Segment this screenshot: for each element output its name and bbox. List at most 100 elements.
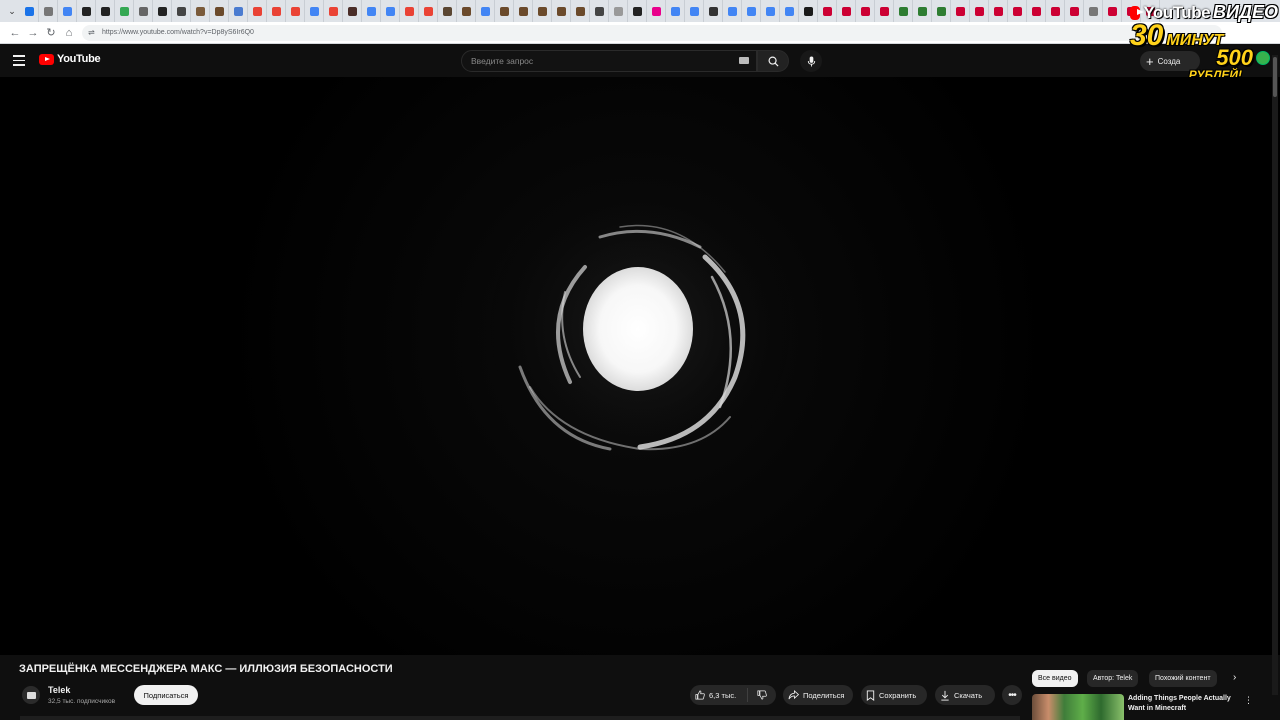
browser-tab[interactable] bbox=[20, 0, 39, 22]
browser-tab[interactable] bbox=[58, 0, 77, 22]
browser-tab[interactable] bbox=[153, 0, 172, 22]
browser-tab[interactable] bbox=[457, 0, 476, 22]
tab-favicon-icon bbox=[974, 6, 984, 16]
channel-avatar[interactable] bbox=[22, 686, 40, 704]
browser-tab[interactable] bbox=[723, 0, 742, 22]
browser-tab[interactable] bbox=[761, 0, 780, 22]
subscribe-button[interactable]: Подписаться bbox=[134, 685, 198, 705]
browser-tab[interactable] bbox=[286, 0, 305, 22]
browser-tab[interactable] bbox=[115, 0, 134, 22]
home-icon[interactable]: ⌂ bbox=[60, 24, 78, 42]
browser-tab[interactable] bbox=[875, 0, 894, 22]
download-button[interactable]: Скачать bbox=[935, 685, 995, 705]
tab-favicon-icon bbox=[442, 6, 452, 16]
dislike-button[interactable] bbox=[748, 690, 775, 700]
tab-favicon-icon bbox=[594, 6, 604, 16]
browser-tab[interactable] bbox=[210, 0, 229, 22]
more-vertical-icon[interactable]: ⋮ bbox=[1244, 695, 1253, 706]
save-button[interactable]: Сохранить bbox=[861, 685, 927, 705]
menu-icon[interactable] bbox=[13, 55, 25, 66]
browser-tab[interactable] bbox=[590, 0, 609, 22]
browser-tab[interactable] bbox=[438, 0, 457, 22]
browser-tab[interactable] bbox=[780, 0, 799, 22]
scrollbar-thumb[interactable] bbox=[1273, 57, 1277, 97]
browser-tab[interactable] bbox=[229, 0, 248, 22]
youtube-logo[interactable]: YouTube bbox=[39, 53, 101, 65]
search-input[interactable]: Введите запрос bbox=[461, 50, 757, 72]
browser-tab[interactable] bbox=[267, 0, 286, 22]
browser-tab[interactable] bbox=[248, 0, 267, 22]
forward-icon[interactable]: → bbox=[24, 24, 42, 42]
browser-tab[interactable] bbox=[96, 0, 115, 22]
coin-icon bbox=[1256, 51, 1270, 65]
reload-icon[interactable]: ↻ bbox=[42, 24, 60, 42]
share-button[interactable]: Поделиться bbox=[783, 685, 853, 705]
browser-tab[interactable] bbox=[932, 0, 951, 22]
browser-tab[interactable] bbox=[362, 0, 381, 22]
browser-tab[interactable] bbox=[1084, 0, 1103, 22]
chip-related[interactable]: Похожий контент bbox=[1149, 670, 1217, 687]
browser-tab[interactable] bbox=[533, 0, 552, 22]
browser-tab[interactable] bbox=[514, 0, 533, 22]
browser-tab[interactable] bbox=[704, 0, 723, 22]
channel-name[interactable]: Telek bbox=[48, 685, 70, 695]
browser-tab[interactable] bbox=[913, 0, 932, 22]
browser-tab[interactable] bbox=[419, 0, 438, 22]
browser-tab[interactable] bbox=[191, 0, 210, 22]
browser-tab[interactable] bbox=[343, 0, 362, 22]
tab-search-icon[interactable]: ⌄ bbox=[4, 6, 20, 17]
chip-all-videos[interactable]: Все видео bbox=[1032, 670, 1078, 687]
back-icon[interactable]: ← bbox=[6, 24, 24, 42]
browser-tab[interactable] bbox=[1046, 0, 1065, 22]
browser-tab[interactable] bbox=[172, 0, 191, 22]
recommendation-thumbnail[interactable] bbox=[1032, 694, 1124, 720]
site-info-icon[interactable]: ⇌ bbox=[88, 28, 98, 37]
voice-search-button[interactable] bbox=[800, 50, 822, 72]
browser-tab[interactable] bbox=[951, 0, 970, 22]
tab-favicon-icon bbox=[214, 6, 224, 16]
browser-tab[interactable] bbox=[742, 0, 761, 22]
browser-tab[interactable] bbox=[685, 0, 704, 22]
url-field[interactable]: ⇌ https://www.youtube.com/watch?v=Dp8yS6… bbox=[82, 24, 1222, 41]
promo-minutes-word: МИНУТ bbox=[1166, 32, 1224, 49]
browser-tab[interactable] bbox=[381, 0, 400, 22]
browser-tab[interactable] bbox=[609, 0, 628, 22]
search-button[interactable] bbox=[757, 50, 789, 72]
browser-tab[interactable] bbox=[818, 0, 837, 22]
browser-tab[interactable] bbox=[856, 0, 875, 22]
more-actions-button[interactable]: ••• bbox=[1002, 685, 1022, 705]
chip-author[interactable]: Автор: Telek bbox=[1087, 670, 1139, 687]
browser-tab[interactable] bbox=[1008, 0, 1027, 22]
browser-tab[interactable] bbox=[77, 0, 96, 22]
share-icon bbox=[788, 690, 799, 700]
browser-tab[interactable] bbox=[1027, 0, 1046, 22]
chevron-right-icon[interactable]: › bbox=[1233, 672, 1236, 683]
browser-tab[interactable] bbox=[305, 0, 324, 22]
browser-tab[interactable] bbox=[628, 0, 647, 22]
browser-tab[interactable] bbox=[666, 0, 685, 22]
promo-number-30: 30 bbox=[1130, 19, 1164, 52]
browser-tab[interactable] bbox=[1103, 0, 1122, 22]
download-icon bbox=[941, 690, 949, 701]
browser-tab[interactable] bbox=[894, 0, 913, 22]
tab-favicon-icon bbox=[423, 6, 433, 16]
recommendation-title[interactable]: Adding Things People Actually Want in Mi… bbox=[1128, 694, 1238, 714]
browser-tab[interactable] bbox=[799, 0, 818, 22]
browser-tab[interactable] bbox=[989, 0, 1008, 22]
browser-tab[interactable] bbox=[476, 0, 495, 22]
browser-tab[interactable] bbox=[495, 0, 514, 22]
browser-tab[interactable] bbox=[970, 0, 989, 22]
browser-tab[interactable] bbox=[552, 0, 571, 22]
browser-tab[interactable] bbox=[571, 0, 590, 22]
browser-tab[interactable] bbox=[400, 0, 419, 22]
browser-tab[interactable] bbox=[1065, 0, 1084, 22]
browser-tab[interactable] bbox=[837, 0, 856, 22]
video-player[interactable] bbox=[0, 77, 1280, 655]
like-button[interactable]: 6,3 тыс. bbox=[690, 688, 748, 702]
browser-tab[interactable] bbox=[647, 0, 666, 22]
page-scrollbar[interactable] bbox=[1272, 55, 1278, 695]
browser-tab[interactable] bbox=[324, 0, 343, 22]
browser-tab[interactable] bbox=[39, 0, 58, 22]
keyboard-icon[interactable] bbox=[739, 57, 749, 64]
browser-tab[interactable] bbox=[134, 0, 153, 22]
